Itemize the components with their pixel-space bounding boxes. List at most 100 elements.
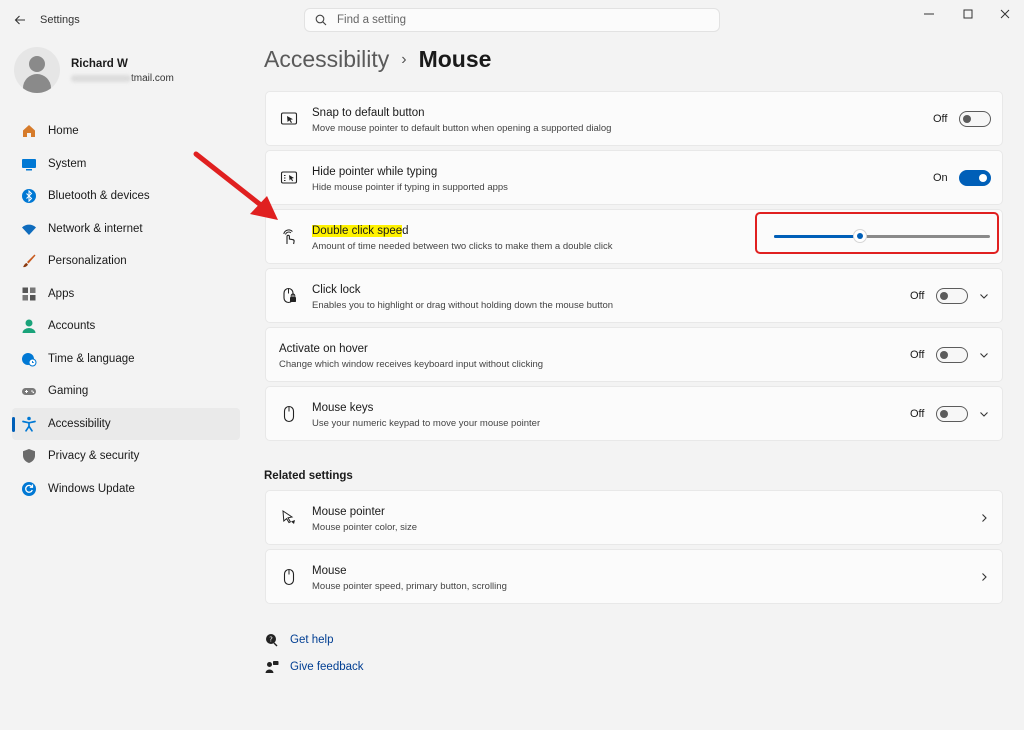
system-icon: [20, 155, 38, 173]
setting-subtitle: Mouse pointer color, size: [312, 522, 418, 533]
setting-title: Double click speed: [312, 225, 409, 237]
title-bar: Settings: [0, 0, 1024, 40]
chevron-down-icon[interactable]: [978, 349, 990, 361]
bluetooth-icon: [20, 187, 38, 205]
sidebar-item-time-language[interactable]: Time & language: [12, 343, 240, 376]
close-icon: [1000, 9, 1010, 19]
breadcrumb-parent[interactable]: Accessibility: [264, 46, 389, 73]
search-box[interactable]: [304, 8, 720, 32]
email-suffix: tmail.com: [131, 73, 174, 84]
setting-subtitle: Use your numeric keypad to move your mou…: [312, 418, 541, 429]
activate-hover-toggle[interactable]: [936, 347, 968, 363]
minimize-icon: [924, 13, 934, 15]
accounts-icon: [20, 317, 38, 335]
chevron-right-icon[interactable]: [978, 571, 990, 583]
setting-subtitle: Change which window receives keyboard in…: [279, 359, 544, 370]
setting-title: Click lock: [312, 284, 361, 296]
setting-title: Snap to default button: [312, 107, 425, 119]
chevron-right-icon[interactable]: [978, 512, 990, 524]
toggle-state-label: Off: [910, 408, 925, 420]
chevron-down-icon[interactable]: [978, 408, 990, 420]
mouse-lock-icon: [280, 287, 298, 305]
setting-subtitle: Enables you to highlight or drag without…: [312, 300, 614, 311]
highlighted-text: Double click spee: [312, 225, 403, 237]
sidebar-item-gaming[interactable]: Gaming: [12, 375, 240, 408]
setting-title: Activate on hover: [279, 343, 368, 355]
user-email: tmail.com: [71, 73, 174, 84]
gamepad-icon: [20, 382, 38, 400]
brush-icon: [20, 252, 38, 270]
sidebar-item-accessibility[interactable]: Accessibility: [12, 407, 240, 440]
click-lock-toggle[interactable]: [936, 288, 968, 304]
update-icon: [20, 480, 38, 498]
setting-snap-to-default: Snap to default button Move mouse pointe…: [265, 91, 1003, 146]
sidebar-item-personalization[interactable]: Personalization: [12, 245, 240, 278]
related-mouse[interactable]: Mouse Mouse pointer speed, primary butto…: [265, 549, 1003, 604]
setting-activate-on-hover[interactable]: Activate on hover Change which window re…: [265, 327, 1003, 382]
mouse-pointer-icon: [280, 509, 298, 527]
mouse-icon: [280, 405, 298, 423]
sidebar-item-label: Network & internet: [48, 222, 143, 235]
app-title: Settings: [40, 14, 80, 26]
toggle-state-label: On: [933, 172, 948, 184]
mouse-keys-toggle[interactable]: [936, 406, 968, 422]
give-feedback-row: Give feedback: [264, 659, 364, 675]
breadcrumb-separator: ›: [401, 50, 407, 68]
mouse-icon: [280, 568, 298, 586]
annotation-arrow-icon: [193, 151, 278, 220]
sidebar-item-label: Bluetooth & devices: [48, 190, 150, 203]
search-icon: [315, 14, 327, 26]
redacted-email-prefix: [71, 74, 131, 82]
get-help-link[interactable]: Get help: [290, 634, 333, 646]
globe-clock-icon: [20, 350, 38, 368]
get-help-row: ? Get help: [264, 632, 333, 648]
minimize-button[interactable]: [914, 6, 944, 22]
slider-annotation-box: [755, 212, 999, 254]
feedback-icon: [264, 659, 280, 675]
sidebar-item-label: Windows Update: [48, 482, 135, 495]
sidebar-item-label: Accessibility: [48, 417, 111, 430]
setting-subtitle: Mouse pointer speed, primary button, scr…: [312, 581, 507, 592]
home-icon: [20, 122, 38, 140]
sidebar-item-label: Personalization: [48, 255, 127, 268]
chevron-down-icon[interactable]: [978, 290, 990, 302]
sidebar-item-label: Apps: [48, 287, 75, 300]
page-title: Mouse: [418, 46, 492, 72]
related-settings-heading: Related settings: [264, 470, 353, 482]
title-rest-text: d: [402, 225, 409, 237]
give-feedback-link[interactable]: Give feedback: [290, 661, 364, 673]
back-button[interactable]: [10, 10, 30, 30]
snap-toggle[interactable]: [959, 111, 991, 127]
snap-pointer-icon: [280, 110, 298, 128]
maximize-icon: [963, 9, 973, 19]
avatar: [14, 47, 60, 93]
hide-pointer-toggle[interactable]: [959, 170, 991, 186]
setting-subtitle: Move mouse pointer to default button whe…: [312, 123, 612, 134]
setting-title: Mouse keys: [312, 402, 374, 414]
related-mouse-pointer[interactable]: Mouse pointer Mouse pointer color, size: [265, 490, 1003, 545]
back-arrow-icon: [14, 15, 25, 25]
breadcrumb: Accessibility › Mouse: [264, 46, 491, 73]
search-input[interactable]: [337, 14, 697, 26]
sidebar-item-windows-update[interactable]: Windows Update: [12, 473, 240, 506]
sidebar-item-label: Privacy & security: [48, 450, 140, 463]
toggle-state-label: Off: [933, 113, 948, 125]
shield-icon: [20, 447, 38, 465]
double-click-icon: [280, 228, 298, 246]
sidebar-item-label: Gaming: [48, 385, 89, 398]
sidebar-item-accounts[interactable]: Accounts: [12, 310, 240, 343]
setting-subtitle: Hide mouse pointer if typing in supporte…: [312, 182, 508, 193]
sidebar-item-label: Home: [48, 125, 79, 138]
sidebar-item-label: Accounts: [48, 320, 96, 333]
sidebar-item-privacy[interactable]: Privacy & security: [12, 440, 240, 473]
sidebar-item-home[interactable]: Home: [12, 115, 240, 148]
setting-click-lock[interactable]: Click lock Enables you to highlight or d…: [265, 268, 1003, 323]
setting-mouse-keys[interactable]: Mouse keys Use your numeric keypad to mo…: [265, 386, 1003, 441]
maximize-button[interactable]: [953, 6, 983, 22]
sidebar-item-apps[interactable]: Apps: [12, 278, 240, 311]
sidebar-item-label: Time & language: [48, 352, 135, 365]
apps-icon: [20, 285, 38, 303]
toggle-state-label: Off: [910, 290, 925, 302]
close-button[interactable]: [990, 6, 1020, 22]
double-click-speed-slider[interactable]: [774, 229, 990, 243]
